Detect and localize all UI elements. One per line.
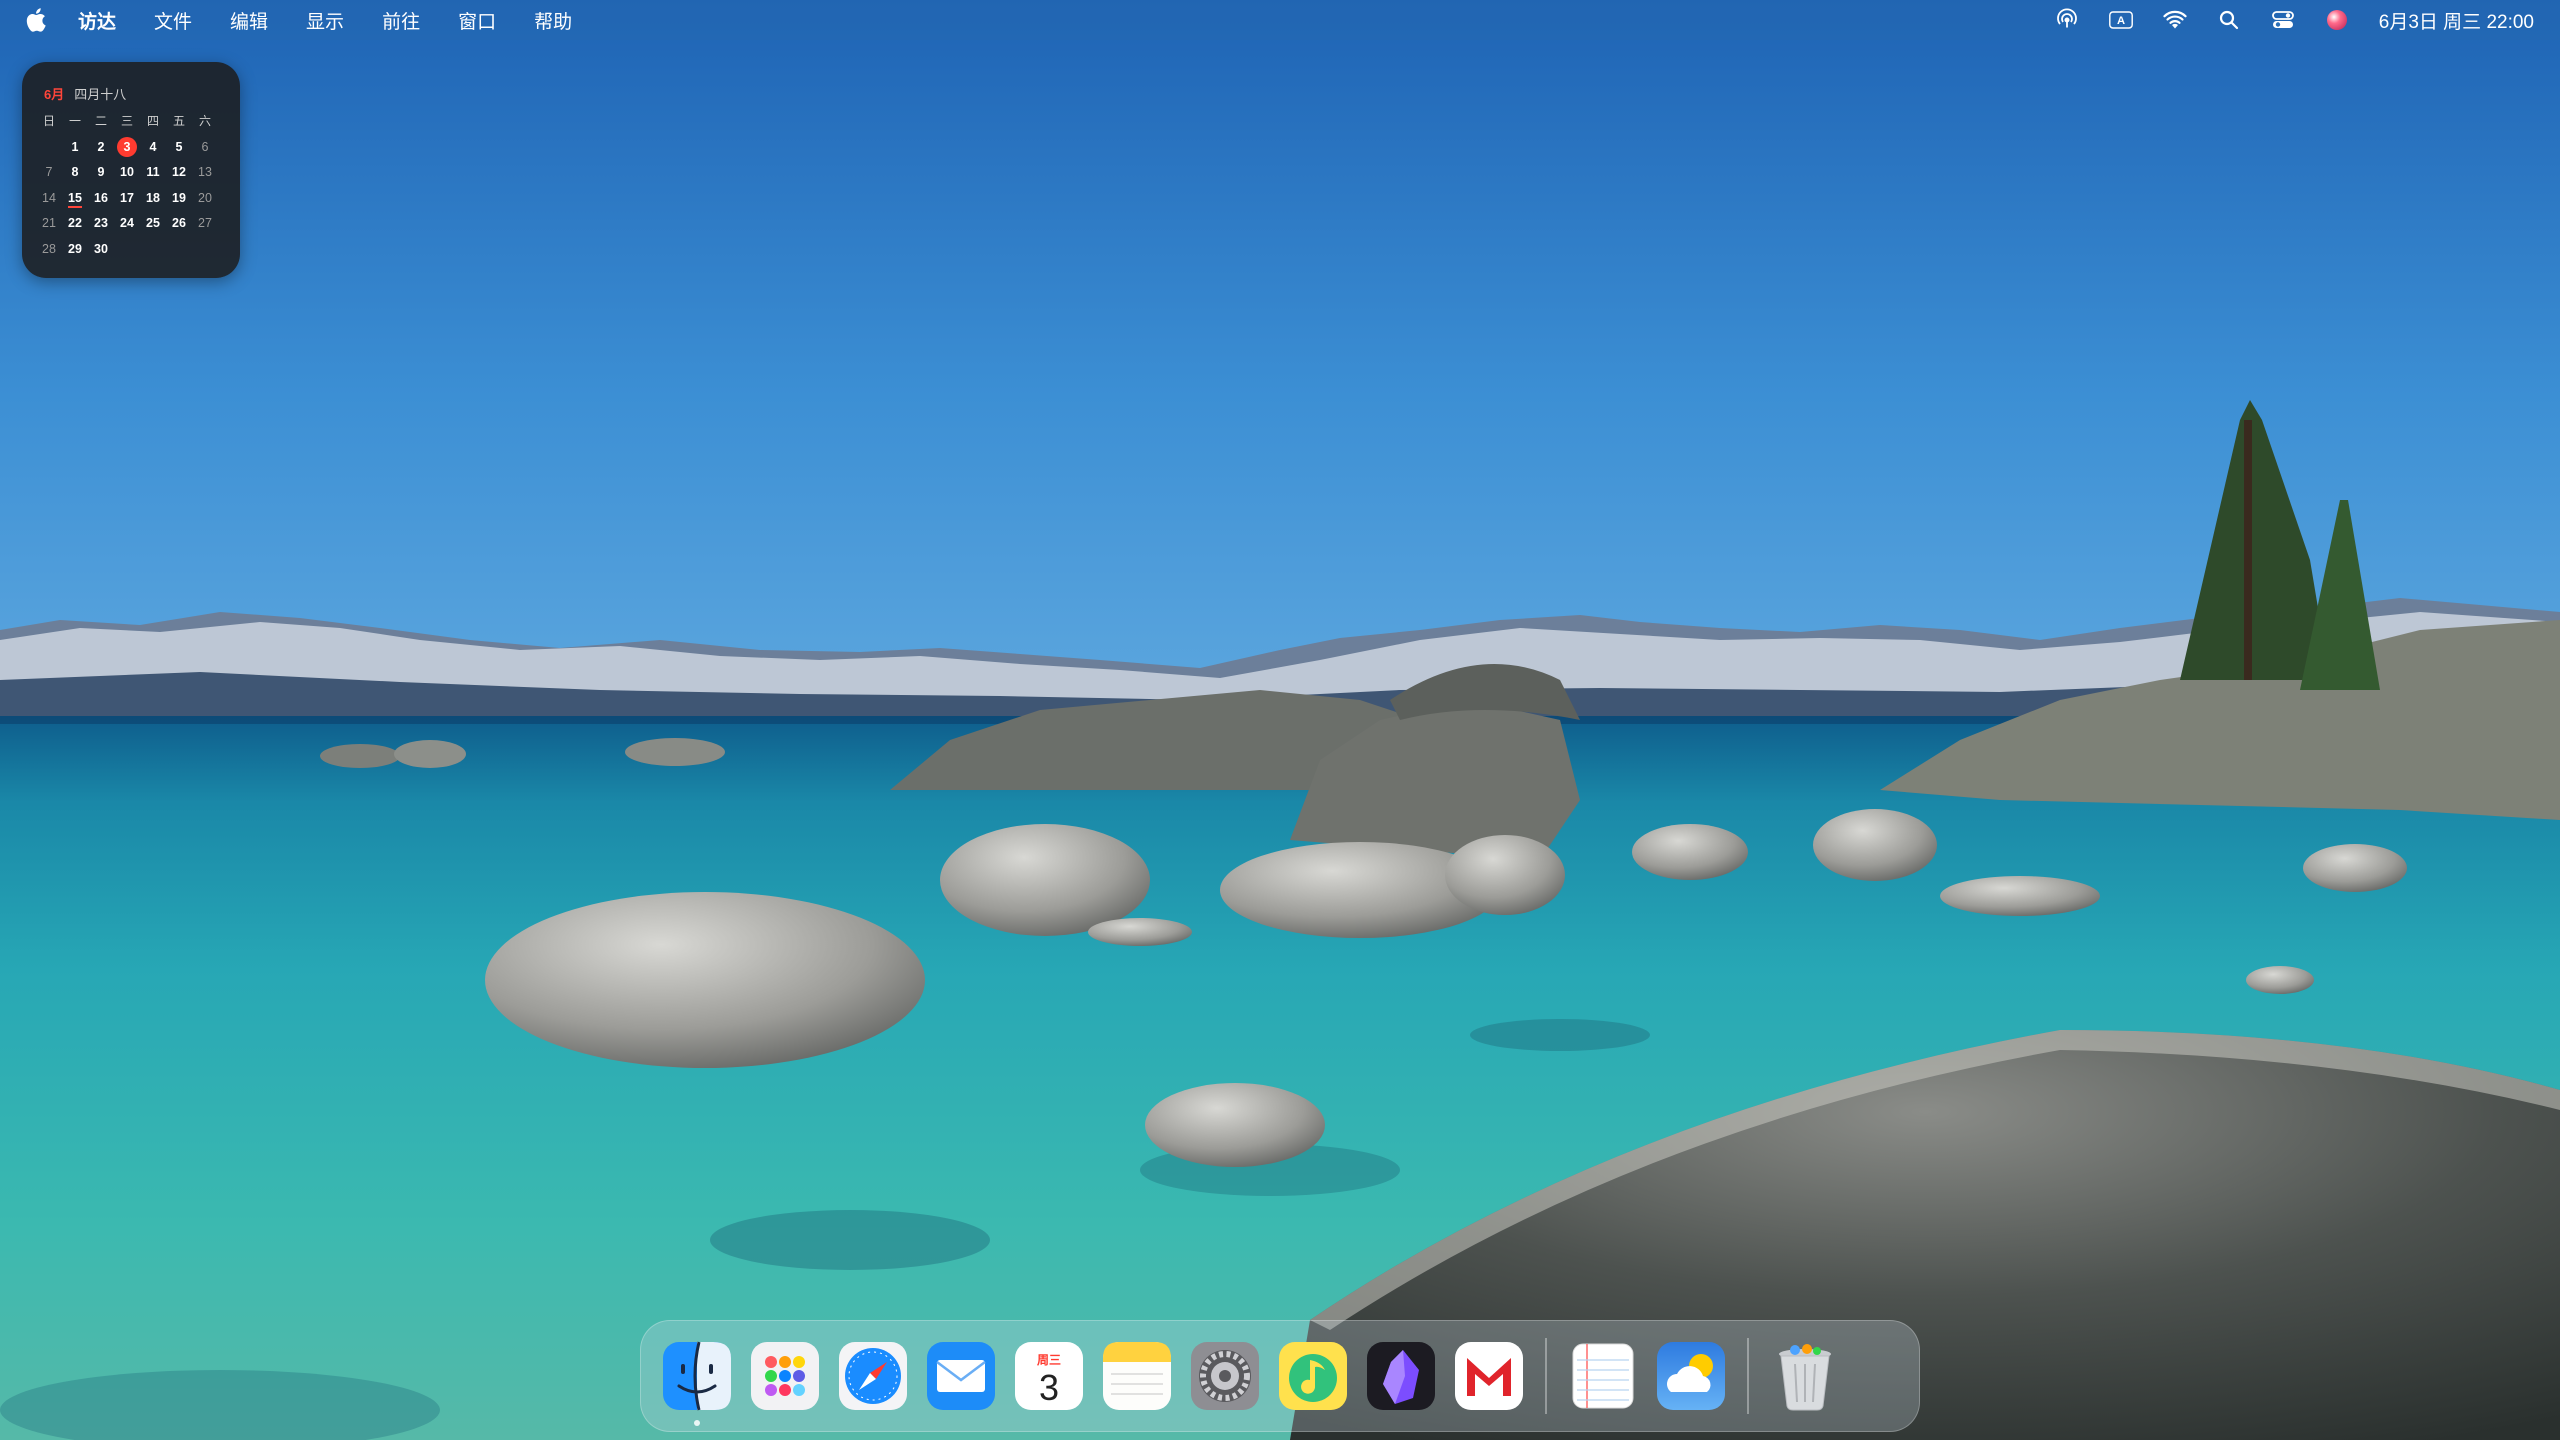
calendar-day: 4 xyxy=(149,139,157,154)
finder-icon[interactable] xyxy=(661,1340,733,1426)
holiday-marker: 15 xyxy=(68,190,82,208)
input-method-label: A xyxy=(2117,15,2125,27)
calendar-day: 16 xyxy=(94,190,108,205)
calendar-day: 2 xyxy=(97,139,105,154)
weekday-fri: 五 xyxy=(172,114,185,128)
menu-help[interactable]: 帮助 xyxy=(534,7,572,34)
calendar-day: 21 xyxy=(42,216,56,230)
calendar-icon-weekday: 周三 xyxy=(1037,1353,1061,1367)
menu-window[interactable]: 窗口 xyxy=(458,7,496,34)
weekday-sat: 六 xyxy=(198,114,211,128)
today-marker: 3 xyxy=(117,136,137,157)
obsidian-icon[interactable] xyxy=(1365,1340,1437,1412)
calendar-day: 24 xyxy=(120,216,134,230)
calendar-day: 27 xyxy=(198,216,212,230)
siri-icon[interactable] xyxy=(2325,8,2349,32)
calendar-day: 19 xyxy=(172,190,186,205)
calendar-month-label: 6月 xyxy=(44,87,65,102)
calendar-day: 12 xyxy=(172,165,186,179)
calendar-day: 23 xyxy=(94,216,108,230)
calendar-day: 1 xyxy=(71,139,79,154)
dock-separator xyxy=(1747,1338,1749,1414)
calendar-day: 20 xyxy=(198,190,212,205)
calendar-day: 30 xyxy=(94,241,108,256)
calendar-day xyxy=(114,237,140,263)
calendar-icon[interactable]: 周三 3 xyxy=(1013,1340,1085,1412)
calendar-day xyxy=(140,237,166,263)
weather-icon[interactable] xyxy=(1655,1340,1727,1412)
calendar-day xyxy=(166,237,192,263)
menu-bar: 访达 文件 编辑 显示 前往 窗口 帮助 A 6月3日 周三 22:00 xyxy=(0,0,2560,40)
calendar-day-today: 3 xyxy=(114,135,140,161)
safari-icon[interactable] xyxy=(837,1340,909,1412)
calendar-day: 14 xyxy=(42,190,56,205)
menu-edit[interactable]: 编辑 xyxy=(230,7,268,34)
calendar-day: 6 xyxy=(201,139,209,154)
trash-icon[interactable] xyxy=(1769,1340,1841,1412)
weekday-tue: 二 xyxy=(94,114,107,128)
wifi-icon[interactable] xyxy=(2163,8,2187,32)
notes-icon[interactable] xyxy=(1101,1340,1173,1412)
menu-bar-clock[interactable]: 6月3日 周三 22:00 xyxy=(2379,7,2534,34)
dock-separator xyxy=(1545,1338,1547,1414)
calendar-day xyxy=(192,237,218,263)
weekday-wed: 三 xyxy=(120,114,133,128)
running-indicator xyxy=(694,1420,700,1426)
calendar-day: 8 xyxy=(71,165,79,179)
menu-bar-right: A 6月3日 周三 22:00 xyxy=(2055,7,2534,34)
calendar-day: 9 xyxy=(97,165,105,179)
calendar-day: 18 xyxy=(146,190,160,205)
mail-icon[interactable] xyxy=(925,1340,997,1412)
control-center-icon[interactable] xyxy=(2271,8,2295,32)
weekday-thu: 四 xyxy=(146,114,159,128)
input-method-icon[interactable]: A xyxy=(2108,8,2133,32)
apple-menu-icon[interactable] xyxy=(26,8,48,32)
menu-file[interactable]: 文件 xyxy=(154,7,192,34)
calendar-day: 11 xyxy=(146,165,160,179)
dock: 周三 3 xyxy=(640,1320,1920,1432)
qq-music-icon[interactable] xyxy=(1277,1340,1349,1412)
desktop-wallpaper xyxy=(0,0,2560,1440)
airdrop-icon[interactable] xyxy=(2055,8,2079,32)
calendar-day: 28 xyxy=(42,241,56,256)
search-icon[interactable] xyxy=(2217,8,2241,32)
textedit-icon[interactable] xyxy=(1567,1340,1639,1412)
menu-go[interactable]: 前往 xyxy=(382,7,420,34)
calendar-day: 22 xyxy=(68,216,82,230)
calendar-day xyxy=(36,135,62,161)
calendar-day: 7 xyxy=(45,165,53,179)
calendar-icon-day: 3 xyxy=(1039,1367,1059,1408)
calendar-day: 29 xyxy=(68,241,82,256)
calendar-day-holiday: 15 xyxy=(62,186,88,212)
calendar-day: 5 xyxy=(175,139,183,154)
calendar-widget[interactable]: 6月 四月十八 日 一 二 三 四 五 六 1 2 3 4 5 6 7 8 9 … xyxy=(22,62,240,278)
calendar-day: 13 xyxy=(198,165,212,179)
calendar-day: 25 xyxy=(146,216,160,230)
calendar-day: 26 xyxy=(172,216,186,230)
calendar-day: 10 xyxy=(120,165,134,179)
calendar-grid: 日 一 二 三 四 五 六 1 2 3 4 5 6 7 8 9 10 11 12… xyxy=(36,109,226,262)
weekday-sun: 日 xyxy=(42,114,55,128)
menu-app-name[interactable]: 访达 xyxy=(78,7,116,34)
calendar-lunar-date: 四月十八 xyxy=(74,87,127,102)
calendar-day: 17 xyxy=(120,190,134,205)
system-settings-icon[interactable] xyxy=(1189,1340,1261,1412)
gmail-m-icon[interactable] xyxy=(1453,1340,1525,1412)
calendar-widget-header: 6月 四月十八 xyxy=(44,84,226,103)
launchpad-icon[interactable] xyxy=(749,1340,821,1412)
menu-bar-left: 访达 文件 编辑 显示 前往 窗口 帮助 xyxy=(26,7,610,34)
menu-view[interactable]: 显示 xyxy=(306,7,344,34)
weekday-mon: 一 xyxy=(68,114,81,128)
